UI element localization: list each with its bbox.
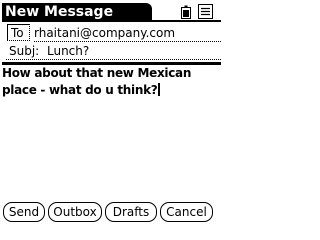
cancel-button[interactable]: Cancel bbox=[160, 202, 213, 222]
subject-label: Subj: bbox=[9, 44, 40, 58]
message-body[interactable]: How about that new Mexican place - what … bbox=[2, 65, 218, 99]
to-button[interactable]: To bbox=[7, 24, 30, 41]
title-underline bbox=[2, 20, 221, 22]
text-cursor bbox=[158, 83, 161, 96]
message-body-text: How about that new Mexican place - what … bbox=[2, 66, 195, 97]
send-button[interactable]: Send bbox=[3, 202, 45, 222]
subject-field-underline bbox=[6, 59, 221, 60]
to-field-underline bbox=[34, 41, 221, 42]
battery-icon bbox=[181, 5, 191, 19]
to-field[interactable]: rhaitani@company.com bbox=[34, 25, 175, 41]
menu-icon[interactable] bbox=[198, 4, 213, 19]
drafts-button[interactable]: Drafts bbox=[105, 202, 157, 222]
outbox-button[interactable]: Outbox bbox=[48, 202, 102, 222]
subject-field[interactable]: Lunch? bbox=[47, 43, 89, 59]
